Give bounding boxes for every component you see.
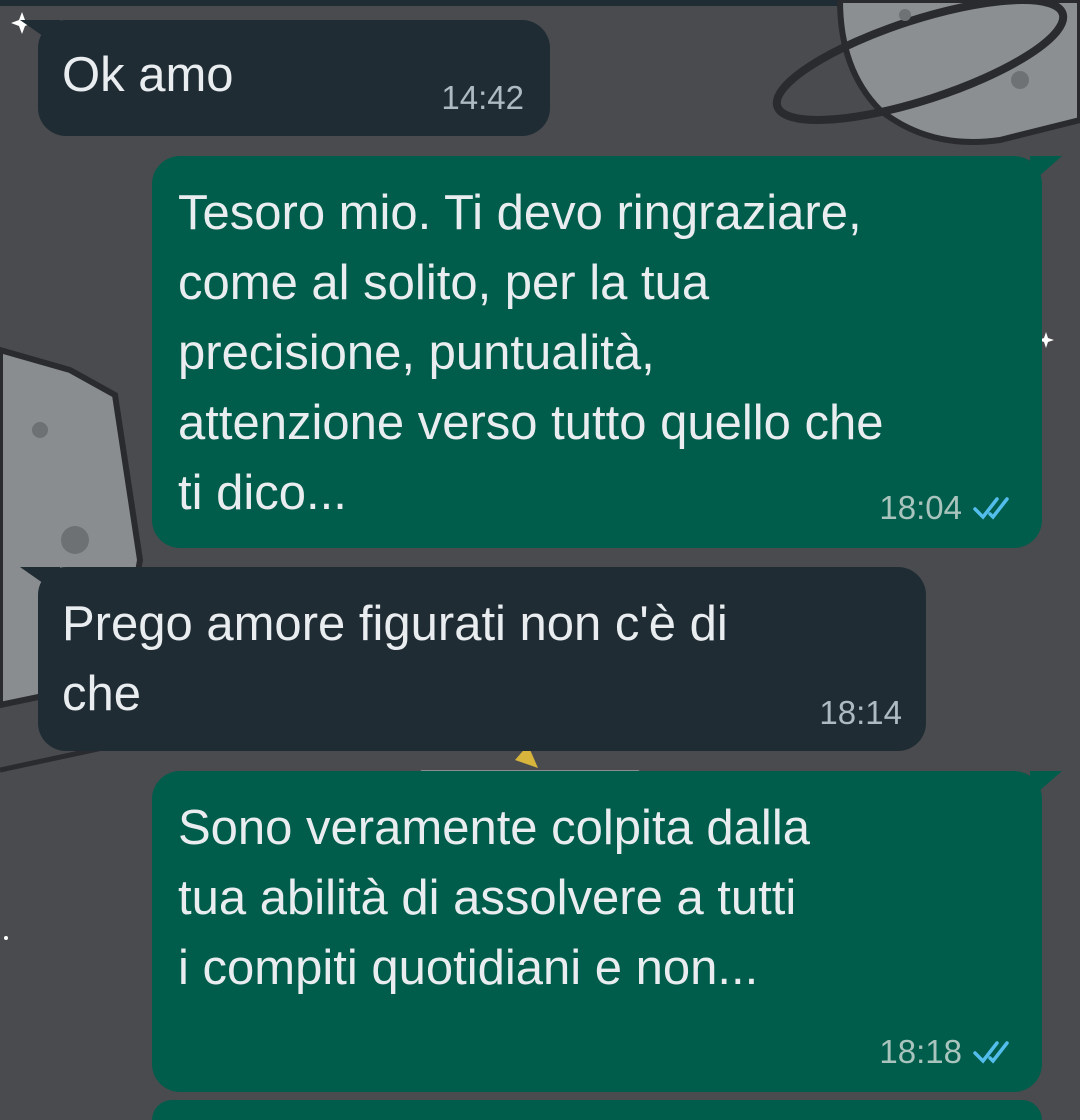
message-text: Ok amo (62, 48, 234, 102)
message-bubble-outgoing[interactable]: Tesoro mio. Ti devo ringraziare, come al… (152, 156, 1042, 548)
message-bubble-outgoing[interactable]: Sono veramente colpita dalla tua abilità… (152, 771, 1042, 1092)
message-meta: 14:42 (441, 78, 524, 118)
message-text: Tesoro mio. Ti devo ringraziare, come al… (178, 186, 884, 520)
planet-doodle-icon (772, 0, 1080, 145)
message-time: 18:04 (879, 489, 962, 526)
message-meta: 18:18 (879, 1032, 1018, 1072)
double-check-icon (973, 1041, 1009, 1064)
message-bubble-incoming[interactable]: Prego amore figurati non c'è di che 18:1… (38, 567, 926, 751)
message-meta: 18:04 (879, 488, 1018, 528)
message-text: Prego amore figurati non c'è di che (62, 597, 728, 721)
message-meta: 18:14 (819, 693, 902, 733)
message-time: 18:14 (819, 694, 902, 731)
message-bubble-outgoing-partial (152, 1100, 1042, 1120)
message-text: Sono veramente colpita dalla tua abilità… (178, 801, 810, 995)
message-time: 14:42 (441, 79, 524, 116)
message-bubble-incoming[interactable]: Ok amo 14:42 (38, 20, 550, 136)
double-check-icon (973, 497, 1009, 520)
message-time: 18:18 (879, 1033, 962, 1070)
